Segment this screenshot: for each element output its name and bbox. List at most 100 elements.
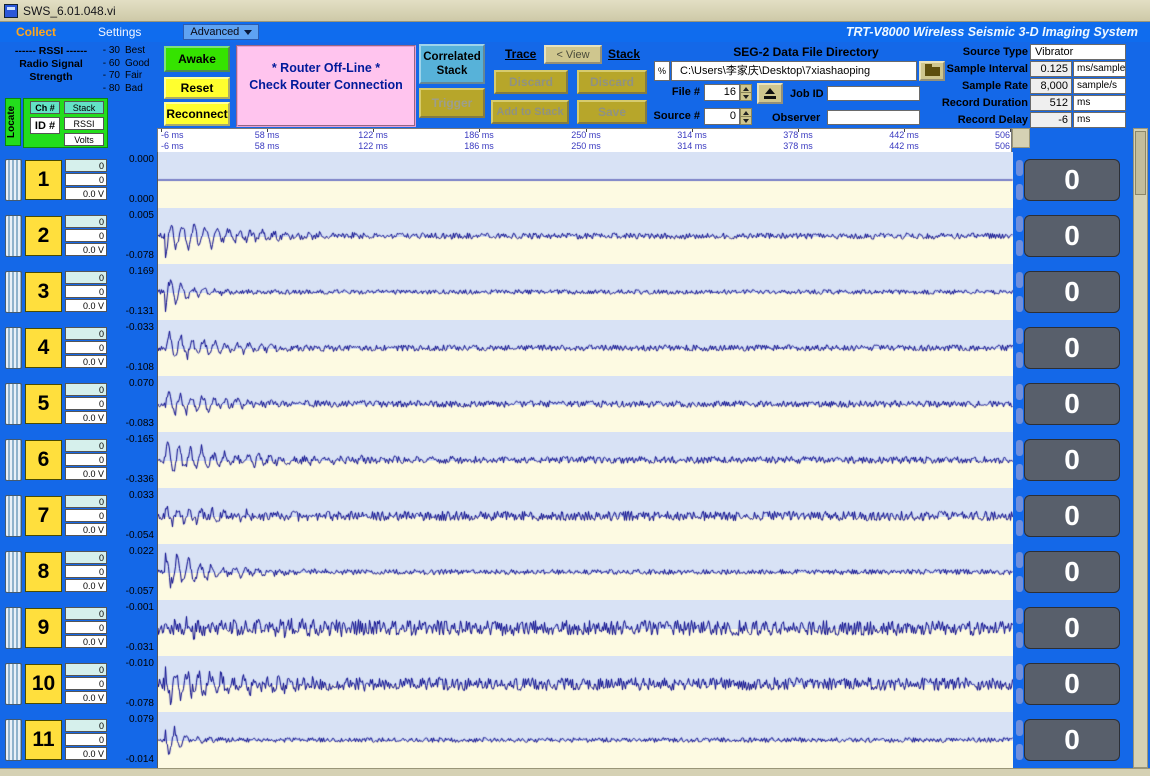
vertical-scrollbar-thumb[interactable] (1135, 131, 1146, 195)
channel-locate-button[interactable] (5, 271, 22, 313)
correlated-stack-button[interactable]: Correlated Stack (419, 44, 485, 84)
source-number-field[interactable]: 0 (704, 108, 740, 125)
source-number-decrement[interactable] (740, 116, 752, 125)
rssi-quality: Bad (125, 83, 143, 96)
job-id-field[interactable] (827, 86, 920, 101)
channel-locate-button[interactable] (5, 607, 22, 649)
channel-number[interactable]: 3 (25, 272, 62, 312)
stack-count-display: 0 (1024, 551, 1120, 593)
file-up-level-button[interactable] (757, 83, 783, 104)
plot-scroll-corner (1012, 128, 1030, 148)
axis-tick-label: 378 ms (783, 141, 813, 151)
menu-settings[interactable]: Settings (98, 25, 141, 39)
channel-rssi-value: 0 (65, 565, 107, 578)
menu-collect[interactable]: Collect (16, 25, 56, 39)
channel-row: 5000.0 V0.070-0.083 (0, 376, 157, 432)
channel-locate-button[interactable] (5, 439, 22, 481)
channel-number[interactable]: 11 (25, 720, 62, 760)
reset-button[interactable]: Reset (164, 77, 230, 99)
trigger-button[interactable]: Trigger (419, 88, 485, 118)
rssi-legend-line3: Strength (8, 71, 94, 84)
channel-number[interactable]: 6 (25, 440, 62, 480)
channel-number[interactable]: 9 (25, 608, 62, 648)
title-bar[interactable]: SWS_6.01.048.vi (0, 0, 1150, 22)
channel-number[interactable]: 7 (25, 496, 62, 536)
axis-tick-label: -6 ms (161, 130, 184, 140)
seismic-trace (158, 376, 1013, 432)
stack-cell: 0 (1012, 208, 1133, 264)
seismic-trace (158, 432, 1013, 488)
channel-number[interactable]: 10 (25, 664, 62, 704)
channel-locate-button[interactable] (5, 719, 22, 761)
stack-cell: 0 (1012, 320, 1133, 376)
channel-number[interactable]: 5 (25, 384, 62, 424)
discard-stack-button[interactable]: Discard (577, 70, 647, 94)
channel-number[interactable]: 4 (25, 328, 62, 368)
trace-row (158, 376, 1013, 432)
rssi-legend: ------ RSSI ------ Radio Signal Strength… (8, 45, 160, 97)
path-type-icon[interactable]: % (654, 61, 670, 81)
channel-locate-button[interactable] (5, 159, 22, 201)
router-warning-line1: * Router Off-Line * (238, 60, 414, 77)
channel-volts-value: 0.0 V (65, 523, 107, 536)
reconnect-button[interactable]: Reconnect (164, 102, 230, 126)
record-duration-unit: ms (1073, 95, 1126, 111)
data-file-path-field[interactable]: C:\Users\李家庆\Desktop\7xiashaoping (671, 61, 917, 81)
channel-locate-button[interactable] (5, 663, 22, 705)
rssi-db: - 70 (94, 70, 120, 83)
channel-number[interactable]: 8 (25, 552, 62, 592)
sample-interval-value: 0.125 (1030, 61, 1072, 77)
menu-advanced[interactable]: Advanced (183, 24, 259, 40)
trace-row (158, 544, 1013, 600)
trace-min-value: -0.031 (108, 642, 154, 653)
trace-min-value: -0.014 (108, 754, 154, 765)
file-number-decrement[interactable] (740, 92, 752, 101)
channel-locate-button[interactable] (5, 495, 22, 537)
channel-list: 1000.0 V0.0000.0002000.0 V0.005-0.078300… (0, 152, 157, 768)
vertical-scrollbar[interactable] (1133, 128, 1148, 768)
discard-trace-button[interactable]: Discard (494, 70, 568, 94)
axis-tick (1010, 129, 1011, 132)
observer-field[interactable] (827, 110, 920, 125)
channel-stack-value: 0 (65, 551, 107, 564)
axis-tick-label: 186 ms (464, 141, 494, 151)
seismic-trace (158, 656, 1013, 712)
channel-header: Locate Ch # Stack ID # RSSI Volts (0, 96, 157, 152)
view-toggle-button[interactable]: < View (544, 45, 602, 64)
job-id-label: Job ID (790, 88, 824, 100)
trace-row (158, 264, 1013, 320)
axis-tick-label: 314 ms (677, 141, 707, 151)
awake-button[interactable]: Awake (164, 46, 230, 72)
record-delay-value: -6 (1030, 112, 1072, 128)
channel-stack-value: 0 (65, 607, 107, 620)
channel-locate-button[interactable] (5, 551, 22, 593)
channel-volts-value: 0.0 V (65, 355, 107, 368)
trace-row (158, 152, 1013, 208)
trace-min-value: -0.083 (108, 418, 154, 429)
stack-count-panel: 00000000000 (1012, 152, 1133, 768)
save-button[interactable]: Save (577, 100, 647, 124)
channel-row: 10000.0 V-0.010-0.078 (0, 656, 157, 712)
locate-all-button[interactable]: Locate (5, 98, 21, 146)
channel-volts-value: 0.0 V (65, 467, 107, 480)
trace-row (158, 488, 1013, 544)
horizontal-scrollbar[interactable] (0, 768, 1150, 776)
channel-locate-button[interactable] (5, 215, 22, 257)
channel-locate-button[interactable] (5, 327, 22, 369)
channel-number[interactable]: 1 (25, 160, 62, 200)
stack-cell: 0 (1012, 656, 1133, 712)
source-type-value[interactable]: Vibrator (1030, 44, 1126, 60)
channel-stack-value: 0 (65, 439, 107, 452)
axis-tick-label: 122 ms (358, 141, 388, 151)
channel-number[interactable]: 2 (25, 216, 62, 256)
trace-max-value: 0.005 (108, 210, 154, 221)
trace-max-value: -0.165 (108, 434, 154, 445)
channel-locate-button[interactable] (5, 383, 22, 425)
channel-row: 2000.0 V0.005-0.078 (0, 208, 157, 264)
axis-tick-label: 314 ms (677, 130, 707, 140)
trace-min-value: -0.078 (108, 698, 154, 709)
stack-cell: 0 (1012, 600, 1133, 656)
rssi-legend-line2: Radio Signal (8, 58, 94, 71)
add-to-stack-button[interactable]: Add to Stack (491, 100, 569, 124)
file-number-field[interactable]: 16 (704, 84, 740, 101)
